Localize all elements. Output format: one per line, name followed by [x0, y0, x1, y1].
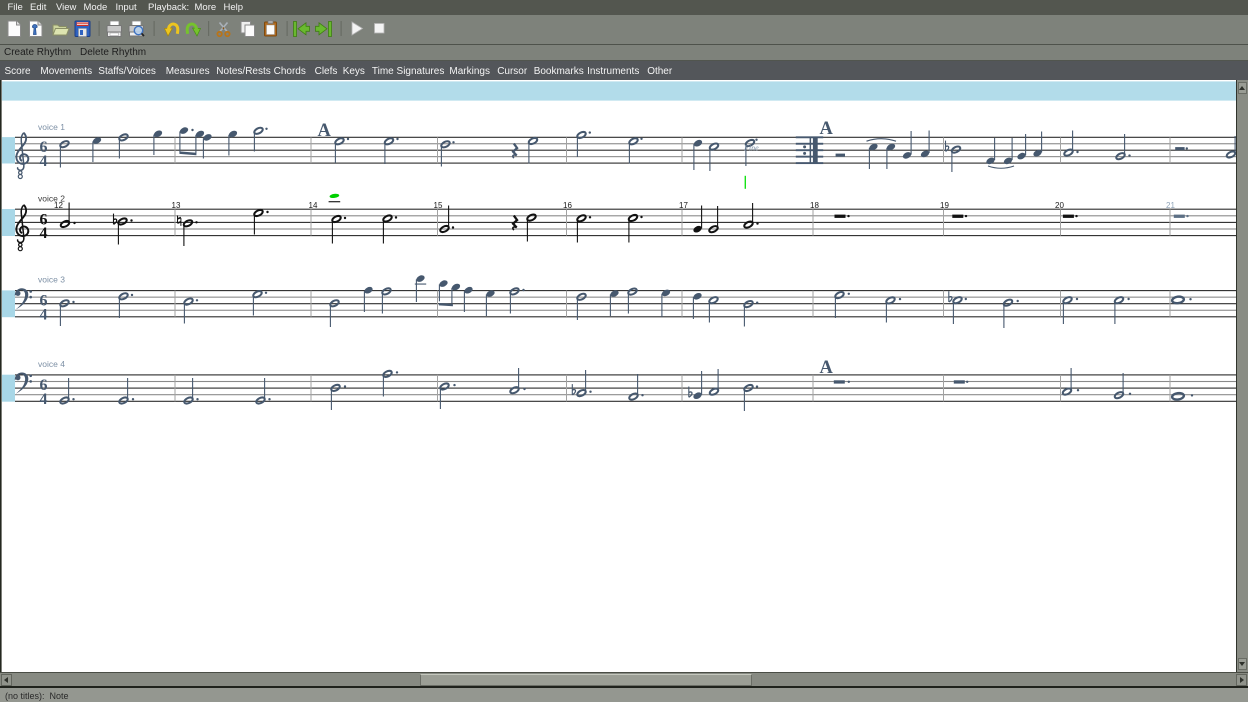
- svg-text:12: 12: [54, 201, 63, 210]
- svg-text:19: 19: [940, 201, 949, 210]
- svg-text:voice 1: voice 1: [38, 122, 65, 132]
- svg-text:4: 4: [40, 306, 48, 323]
- svg-text:A: A: [820, 119, 834, 139]
- svg-text:17: 17: [679, 201, 688, 210]
- svg-text:voice 3: voice 3: [38, 275, 65, 285]
- svg-text:A: A: [820, 358, 834, 378]
- svg-text:voice 4: voice 4: [38, 359, 65, 369]
- svg-text:Fine: Fine: [743, 144, 759, 153]
- svg-text:13: 13: [172, 201, 181, 210]
- svg-text:16: 16: [563, 201, 572, 210]
- svg-text:4: 4: [40, 225, 48, 242]
- svg-text:4: 4: [40, 391, 48, 408]
- svg-text:15: 15: [434, 201, 443, 210]
- svg-text:4: 4: [40, 153, 48, 170]
- svg-text:18: 18: [810, 201, 819, 210]
- svg-text:A: A: [318, 121, 332, 141]
- svg-text:14: 14: [309, 201, 318, 210]
- svg-text:20: 20: [1055, 201, 1064, 210]
- svg-text:21: 21: [1166, 201, 1175, 210]
